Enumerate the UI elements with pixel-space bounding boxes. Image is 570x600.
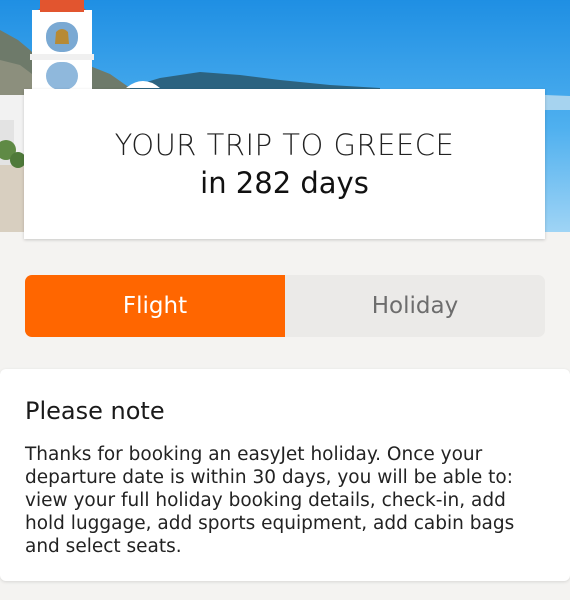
trip-page: YOUR TRIP TO GREECE in 282 days Flight H… <box>0 0 570 600</box>
note-body: Thanks for booking an easyJet holiday. O… <box>25 444 515 557</box>
trip-destination-title: YOUR TRIP TO GREECE <box>114 128 455 162</box>
trip-countdown-card: YOUR TRIP TO GREECE in 282 days <box>24 89 545 239</box>
tab-flight[interactable]: Flight <box>25 275 285 337</box>
trip-countdown: in 282 days <box>200 166 369 200</box>
note-heading: Please note <box>25 397 165 425</box>
tab-holiday[interactable]: Holiday <box>285 275 545 337</box>
please-note-card: Please note Thanks for booking an easyJe… <box>0 369 570 581</box>
booking-type-tabs: Flight Holiday <box>25 275 545 337</box>
